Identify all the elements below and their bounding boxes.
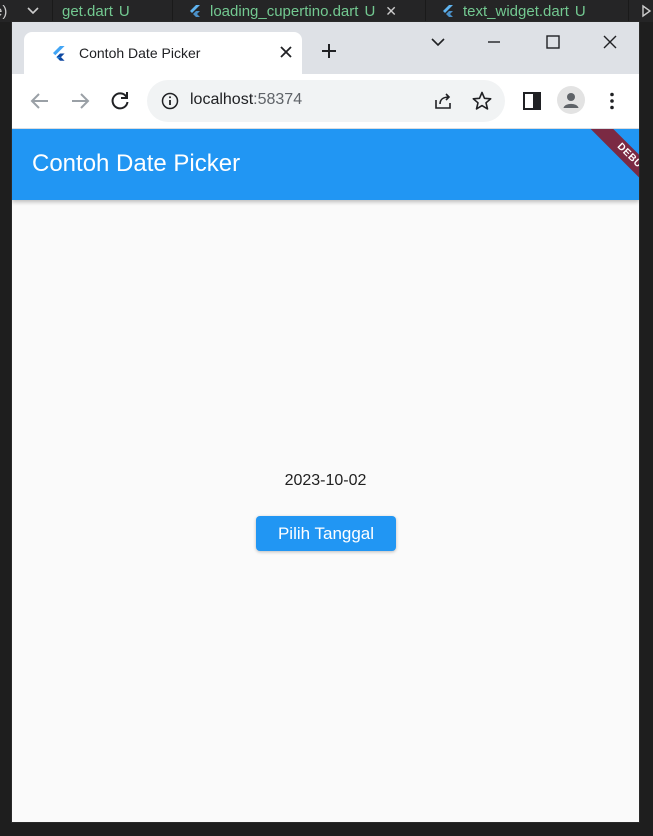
browser-window: Contoh Date Picker localhost:58374 Conto… [12, 22, 639, 822]
back-icon[interactable] [28, 89, 52, 113]
editor-tab-get-dart[interactable]: get.dart U [62, 0, 130, 22]
more-menu-icon[interactable] [600, 89, 624, 113]
flutter-app: Contoh Date Picker DEBUG 2023-10-02 Pili… [12, 129, 639, 822]
pick-date-button[interactable]: Pilih Tanggal [256, 516, 396, 551]
editor-tab-status: U [574, 2, 586, 20]
browser-tab-title: Contoh Date Picker [79, 45, 201, 61]
flutter-icon [53, 46, 65, 61]
profile-avatar[interactable] [557, 86, 585, 114]
editor-left-edge-icon: e) [0, 2, 8, 20]
maximize-icon[interactable] [541, 30, 565, 54]
editor-tab-strip: e) get.dart U loading_cupertino.dart U ✕… [0, 0, 653, 22]
flutter-file-icon [443, 5, 453, 17]
editor-tab-loading-cupertino[interactable]: loading_cupertino.dart U ✕ [188, 0, 397, 22]
share-icon[interactable] [432, 90, 454, 112]
site-info-icon[interactable] [161, 92, 179, 110]
close-window-icon[interactable] [598, 30, 622, 54]
editor-tab-label: loading_cupertino.dart [210, 2, 359, 20]
address-bar[interactable]: localhost:58374 [147, 80, 505, 122]
tab-search-icon[interactable] [426, 30, 450, 54]
browser-titlebar: Contoh Date Picker [12, 22, 639, 74]
url-host: localhost [190, 91, 254, 108]
flutter-file-icon [190, 5, 200, 17]
profile-icon [563, 93, 579, 108]
editor-tab-text-widget[interactable]: text_widget.dart U [441, 0, 586, 22]
page-title: Contoh Date Picker [32, 150, 241, 177]
url-port: :58374 [253, 91, 303, 108]
chevron-down-icon[interactable] [26, 4, 40, 18]
close-icon[interactable]: ✕ [385, 3, 397, 20]
editor-tab-status: U [364, 2, 376, 20]
browser-toolbar: localhost:58374 [12, 74, 639, 128]
minimize-icon[interactable] [482, 30, 506, 54]
new-tab-icon[interactable] [319, 41, 339, 61]
url-text[interactable]: localhost:58374 [190, 91, 302, 109]
app-bar: Contoh Date Picker [12, 129, 639, 200]
chevron-right-icon[interactable] [640, 4, 653, 18]
editor-tab-status: U [118, 2, 130, 20]
side-panel-icon[interactable] [520, 89, 544, 113]
editor-tab-label: get.dart [62, 2, 113, 20]
browser-tab[interactable]: Contoh Date Picker [24, 32, 302, 74]
bookmark-star-icon[interactable] [471, 90, 493, 112]
reload-icon[interactable] [108, 89, 132, 113]
selected-date-text: 2023-10-02 [284, 472, 367, 489]
pick-date-button-label: Pilih Tanggal [277, 523, 375, 543]
editor-tab-label: text_widget.dart [463, 2, 569, 20]
forward-icon[interactable] [68, 89, 92, 113]
tab-close-icon[interactable] [276, 42, 296, 62]
